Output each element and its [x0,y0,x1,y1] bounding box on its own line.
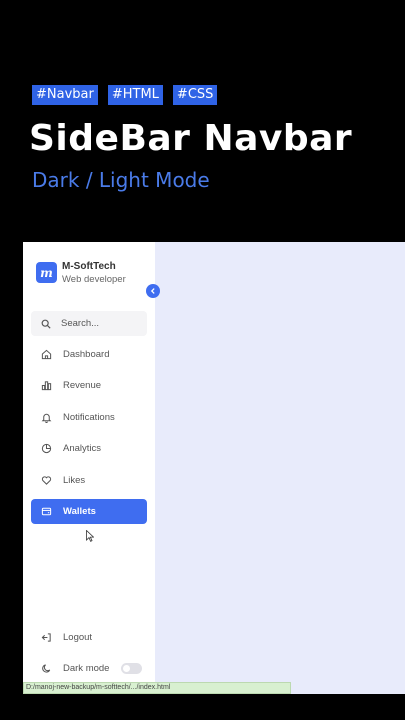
sidebar-menu: Dashboard Revenue Notifications Analytic… [31,342,147,530]
home-icon [41,349,52,360]
bell-icon [41,413,52,423]
heart-icon [41,475,52,485]
chevron-left-icon [150,288,155,294]
sidebar-item-analytics[interactable]: Analytics [31,436,147,461]
tag-list: #Navbar #HTML #CSS [32,85,218,105]
toggle-knob [123,665,130,673]
promo-title: SideBar Navbar [29,118,353,159]
logout-button[interactable]: Logout [31,625,147,650]
brand-name: M-SoftTech [62,261,116,272]
pie-chart-icon [41,444,52,454]
dark-mode-row: Dark mode [31,656,147,681]
brand-logo: m [36,262,57,283]
logout-label: Logout [63,632,93,643]
sidebar-item-label: Wallets [63,505,96,517]
brand-subtitle: Web developer [62,274,126,285]
sidebar-item-label: Notifications [63,411,115,423]
search-box[interactable]: Search... [31,311,147,336]
sidebar-bottom: Logout Dark mode [31,625,147,688]
sidebar-item-label: Dashboard [63,349,110,360]
sidebar-item-label: Revenue [63,380,102,392]
sidebar: m M-SoftTech Web developer Search... Das… [23,242,155,694]
bar-chart-icon [41,381,52,391]
sidebar-item-revenue[interactable]: Revenue [31,373,147,398]
sidebar-collapse-button[interactable] [146,284,160,298]
moon-icon [42,664,51,673]
dark-mode-label: Dark mode [63,663,110,675]
sidebar-item-dashboard[interactable]: Dashboard [31,342,147,367]
promo-subtitle: Dark / Light Mode [32,168,210,192]
tag-css: #CSS [172,85,218,105]
sidebar-item-wallets[interactable]: Wallets [31,498,147,524]
dark-mode-toggle[interactable] [121,663,142,675]
app-screen: m M-SoftTech Web developer Search... Das… [23,242,405,694]
sidebar-item-likes[interactable]: Likes [31,468,147,493]
brand: m M-SoftTech Web developer [36,261,126,287]
wallet-icon [41,507,52,516]
tag-html: #HTML [107,85,163,105]
sidebar-item-label: Analytics [63,443,102,455]
tag-navbar: #Navbar [32,85,98,105]
mouse-cursor-icon [86,530,94,542]
status-url: D:/manoj-new-backup/m-softtech/.../index… [23,682,291,694]
search-input[interactable]: Search... [61,318,99,329]
sidebar-item-notifications[interactable]: Notifications [31,405,147,430]
sidebar-item-label: Likes [63,474,86,486]
search-icon [41,319,51,329]
logout-icon [41,633,51,642]
